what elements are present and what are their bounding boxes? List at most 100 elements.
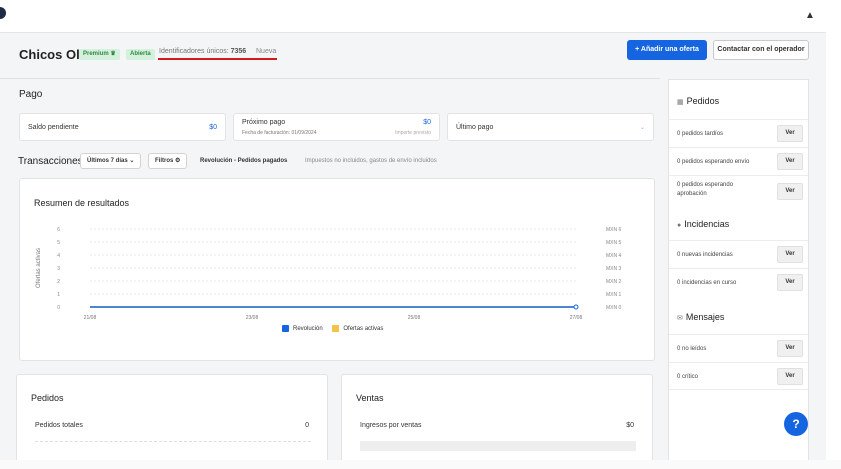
results-chart-card: Resumen de resultados 0 MXN 0 1 MXN 1 2 MXN 2… [19, 178, 655, 361]
sidebar-row-nuevas-incidencias: 0 nuevas incidencias Ver [669, 240, 808, 268]
legend-item-ofertas[interactable]: Ofertas activas [332, 325, 384, 333]
sidebar-row-label: 0 no leídos [677, 346, 707, 352]
ver-button[interactable]: Ver [777, 340, 803, 357]
legend-label-revolucion: Revolución [293, 326, 323, 333]
ventas-chart-placeholder [360, 441, 636, 451]
ver-button[interactable]: Ver [777, 246, 803, 263]
sidebar-row-label: 0 nuevas incidencias [677, 252, 733, 258]
pedidos-chart-gridline [35, 441, 311, 442]
add-offer-button[interactable]: + Añadir una oferta [627, 40, 707, 60]
proximo-value: $0 [423, 119, 431, 126]
envelope-icon: ✉ [677, 315, 683, 322]
sidebar-mensajes-title: ✉ Mensajes [677, 312, 724, 322]
y2-tick-label: MXN 0 [606, 305, 622, 311]
pedidos-totales-value: 0 [305, 422, 309, 429]
sidebar-pedidos-title: ▦ Pedidos [677, 96, 719, 106]
sidebar-pedidos-label: Pedidos [686, 96, 720, 106]
ver-button[interactable]: Ver [777, 153, 803, 170]
sidebar-row-esperando-aprobacion: 0 pedidos esperando aprobación Ver [669, 175, 808, 207]
y-tick-label: 1 [57, 292, 60, 298]
unique-ids: Identificadores únicos: 7356 [159, 48, 246, 55]
info-icon: ● [677, 222, 682, 229]
metric-label: Revolución - Pedidos pagados [200, 158, 288, 164]
sidebar-panel: ▦ Pedidos 0 pedidos tardíos Ver 0 pedidos… [668, 79, 809, 460]
ventas-summary-title: Ventas [356, 393, 384, 403]
saldo-label: Saldo pendiente [28, 124, 79, 131]
y2-tick-label: MXN 4 [606, 253, 622, 259]
sidebar-incidencias-label: Incidencias [684, 219, 730, 229]
sidebar-row-esperando-envio: 0 pedidos esperando envío Ver [669, 147, 808, 175]
x-tick-label: 23/08 [246, 315, 259, 321]
page-bottom-strip [0, 460, 841, 469]
red-underline-annotation [158, 58, 277, 60]
sidebar-row-label: 0 pedidos esperando aprobación [677, 182, 734, 197]
chart-icon: ▦ [677, 99, 684, 106]
pedidos-totales-label: Pedidos totales [35, 422, 83, 429]
legend-swatch-revolucion [282, 325, 289, 332]
legend-label-ofertas: Ofertas activas [343, 326, 384, 333]
logo-icon[interactable] [0, 7, 6, 19]
person-icon[interactable]: ▲ [803, 9, 817, 23]
y2-tick-label: MXN 2 [606, 279, 622, 285]
contact-operator-button[interactable]: Contactar con el operador [713, 40, 809, 60]
transacciones-title: Transacciones [18, 156, 83, 167]
sidebar-row-label: 0 pedidos esperando envío [677, 159, 750, 165]
ingresos-label: Ingresos por ventas [360, 422, 422, 429]
y2-tick-label: MXN 3 [606, 266, 622, 272]
pedidos-summary-card: Pedidos Pedidos totales 0 [16, 374, 328, 460]
top-bar: ▲ [0, 0, 826, 33]
chart-legend: Revolución Ofertas activas [282, 325, 383, 332]
app-window: ▲ Chicos Olé Premium ♛ Abierta Identific… [0, 0, 826, 460]
saldo-value: $0 [209, 124, 217, 131]
fecha-facturacion: Fecha de facturación: 01/09/2024 [242, 130, 317, 136]
sidebar-incidencias-title: ● Incidencias [677, 219, 729, 229]
store-header: Chicos Olé Premium ♛ Abierta Identificad… [0, 33, 826, 73]
header-divider [0, 78, 660, 79]
pedidos-summary-title: Pedidos [31, 393, 64, 403]
legend-item-revolucion[interactable]: Revolución [282, 325, 323, 333]
chevron-down-icon: ⌄ [639, 125, 645, 131]
sidebar-row-label: 0 crítico [677, 374, 699, 380]
saldo-card: Saldo pendiente $0 [19, 113, 226, 141]
ver-button[interactable]: Ver [777, 183, 803, 200]
ultimo-pago-card[interactable]: Último pago ⌄ [447, 113, 654, 141]
proximo-pago-card: Próximo pago $0 Fecha de facturación: 01… [233, 113, 440, 141]
ingresos-value: $0 [626, 422, 634, 429]
series-point [573, 304, 579, 310]
ultimo-label: Último pago [456, 124, 494, 131]
y2-tick-label: MXN 1 [606, 292, 622, 298]
ver-button[interactable]: Ver [777, 274, 803, 291]
y-tick-label: 2 [57, 279, 60, 285]
chart-title: Resumen de resultados [34, 198, 130, 208]
y2-tick-label: MXN 6 [606, 227, 622, 233]
y-axis-label: Ofertas activas [36, 248, 42, 288]
sidebar-row-pedidos-tardios: 0 pedidos tardíos Ver [669, 119, 808, 147]
y2-tick-label: MXN 5 [606, 240, 622, 246]
x-tick-label: 27/08 [570, 315, 583, 321]
store-name: Chicos Olé [19, 47, 87, 62]
filters-button[interactable]: Filtros ⚙ [148, 153, 188, 169]
nueva-label[interactable]: Nueva [256, 48, 276, 55]
question-icon[interactable]: ? [784, 412, 808, 436]
sidebar-mensajes-label: Mensajes [685, 312, 725, 322]
y-tick-label: 0 [57, 305, 60, 311]
unique-ids-value: 7356 [230, 48, 247, 55]
ver-button[interactable]: Ver [777, 125, 803, 142]
ver-button[interactable]: Ver [777, 368, 803, 385]
sidebar-row-label: 0 incidencias en curso [677, 280, 737, 286]
y-tick-label: 4 [57, 253, 60, 259]
results-chart: 0 MXN 0 1 MXN 1 2 MXN 2 3 MXN 3 4 MXN 4 5 MXN 5 6 MXN… [36, 227, 622, 321]
y-tick-label: 3 [57, 266, 60, 272]
unique-ids-label: Identificadores únicos: [159, 48, 229, 55]
status-badge: Abierta [126, 49, 155, 60]
importe-previsto: Importe previsto [395, 130, 431, 136]
legend-swatch-ofertas [332, 325, 340, 332]
sidebar-row-no-leidos: 0 no leídos Ver [669, 334, 808, 362]
pago-title: Pago [19, 89, 43, 100]
date-range-select[interactable]: Últimos 7 días ⌄ [80, 153, 142, 169]
metric-note: Impuestos no incluidos, gastos de envío … [305, 158, 437, 164]
y-tick-label: 5 [57, 240, 60, 246]
premium-badge: Premium ♛ [79, 49, 120, 60]
x-tick-label: 25/08 [408, 315, 421, 321]
ventas-summary-card: Ventas Ingresos por ventas $0 [341, 374, 653, 460]
